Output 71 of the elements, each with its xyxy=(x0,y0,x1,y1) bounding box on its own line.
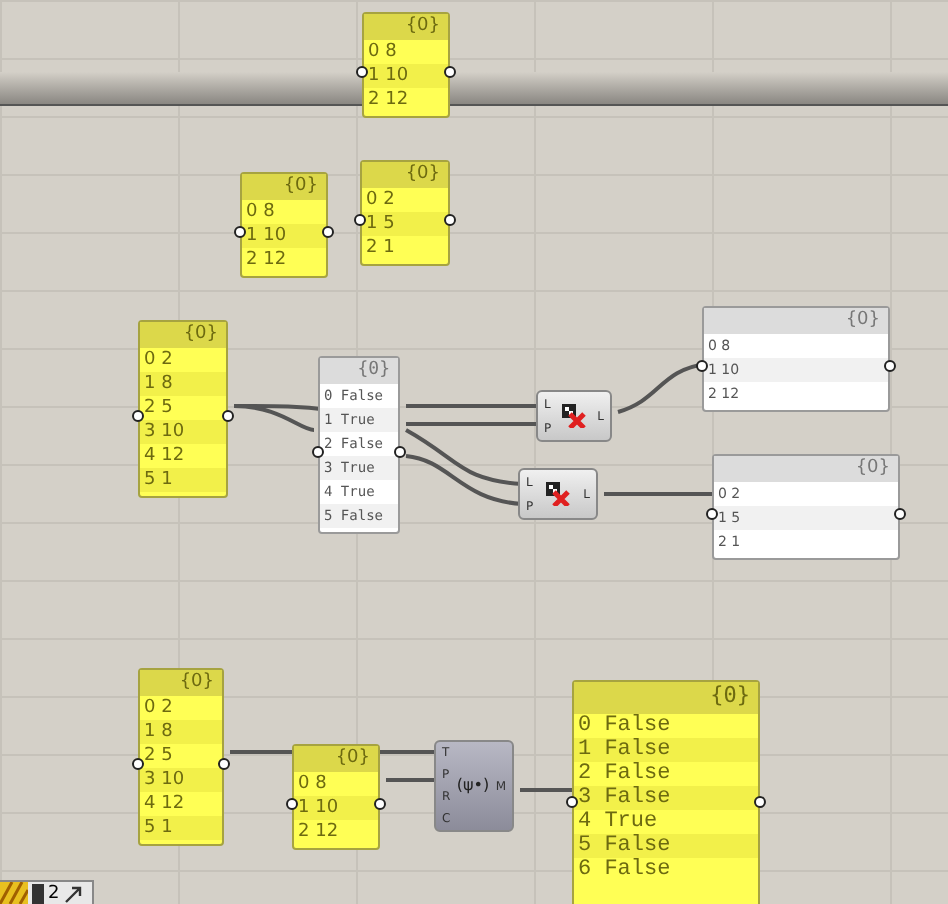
panel-row: 5 1 xyxy=(140,468,226,492)
input-grip[interactable] xyxy=(356,65,368,77)
panel-row-text: 0 2 xyxy=(142,348,175,372)
panel-row-text: 2 12 xyxy=(296,820,341,844)
panel-header: {0} xyxy=(140,670,222,696)
panel-header: {0} xyxy=(140,322,226,348)
panel-header: {0} xyxy=(294,746,378,772)
panel-row: 1 10 xyxy=(294,796,378,820)
panel-row-text: 0 8 xyxy=(296,772,329,796)
panel-row-text: 2 12 xyxy=(366,88,411,112)
count-label: 2 xyxy=(48,883,60,903)
panel-row: 3 10 xyxy=(140,420,226,444)
grid-cross-icon xyxy=(562,404,587,428)
panel-row: 1 10 xyxy=(242,224,326,248)
arrow-icon[interactable] xyxy=(63,883,84,903)
panel-row: 1 8 xyxy=(140,720,222,744)
panel-row-text: 6 False xyxy=(576,858,673,882)
input-grip[interactable] xyxy=(132,757,144,769)
panel-row-text: 2 1 xyxy=(364,236,397,260)
input-grip[interactable] xyxy=(566,796,578,808)
panel-row-text: 0 2 xyxy=(364,188,397,212)
panel-row-text: 2 5 xyxy=(142,744,175,768)
panel-row: 1 False xyxy=(574,738,758,762)
panel-row: 1 5 xyxy=(362,212,448,236)
panel-row-text: 0 8 xyxy=(366,40,399,64)
panel[interactable]: {0} 0 8 1 10 2 12 xyxy=(240,172,328,278)
panel-row: 5 1 xyxy=(140,816,222,840)
panel-row-text: 0 8 xyxy=(244,200,277,224)
panel-header: {0} xyxy=(362,162,448,188)
panel-header: {0} xyxy=(242,174,326,200)
output-grip[interactable] xyxy=(222,409,234,421)
input-grip[interactable] xyxy=(132,409,144,421)
wire xyxy=(406,404,540,408)
panel-header: {0} xyxy=(704,308,888,334)
panel-row-text: 2 False xyxy=(576,762,673,786)
bar-icon[interactable] xyxy=(32,883,44,903)
panel-row: 1 8 xyxy=(140,372,226,396)
wire xyxy=(386,778,440,782)
panel[interactable]: {0} 0 2 1 8 2 5 3 10 4 12 5 1 xyxy=(138,320,228,498)
panel-row-text: 0 False xyxy=(576,714,673,738)
input-grip[interactable] xyxy=(706,507,718,519)
wire xyxy=(604,492,716,496)
output-grip[interactable] xyxy=(394,445,406,457)
panel-row: 5 False xyxy=(574,834,758,858)
panel-header: {0} xyxy=(714,456,898,482)
component-label: (ψ•) xyxy=(456,774,490,798)
input-grip[interactable] xyxy=(354,213,366,225)
panel-row-text: 4 12 xyxy=(142,792,187,816)
panel[interactable]: {0} 0 2 1 8 2 5 3 10 4 12 5 1 xyxy=(138,668,224,846)
input-grip[interactable] xyxy=(286,797,298,809)
panel[interactable]: {0} 0 False 1 False 2 False 3 False 4 True 5 False 6 False xyxy=(572,680,760,904)
panel-row-text: 2 12 xyxy=(244,248,289,272)
panel[interactable]: {0} 0 8 1 10 2 12 xyxy=(362,12,450,118)
panel-row: 3 False xyxy=(574,786,758,810)
panel-row: 3 10 xyxy=(140,768,222,792)
panel-row-text: 4 True xyxy=(576,810,660,834)
panel-header: {0} xyxy=(364,14,448,40)
panel-header: {0} xyxy=(320,358,398,384)
panel-row-text: 4 12 xyxy=(142,444,187,468)
panel-row-text: 0 2 xyxy=(142,696,175,720)
panel-row: 1 10 xyxy=(364,64,448,88)
panel[interactable]: {0} 0 8 1 10 2 12 xyxy=(292,744,380,850)
input-grip[interactable] xyxy=(234,225,246,237)
input-grip[interactable] xyxy=(312,445,324,457)
output-grip[interactable] xyxy=(218,757,230,769)
input-grip[interactable] xyxy=(696,359,708,371)
wire xyxy=(405,454,523,506)
panel-row-text: 2 5 xyxy=(142,396,175,420)
grid-cross-icon xyxy=(546,482,571,506)
panel-header: {0} xyxy=(574,682,758,714)
panel[interactable]: {0} 0 2 1 5 2 1 xyxy=(360,160,450,266)
